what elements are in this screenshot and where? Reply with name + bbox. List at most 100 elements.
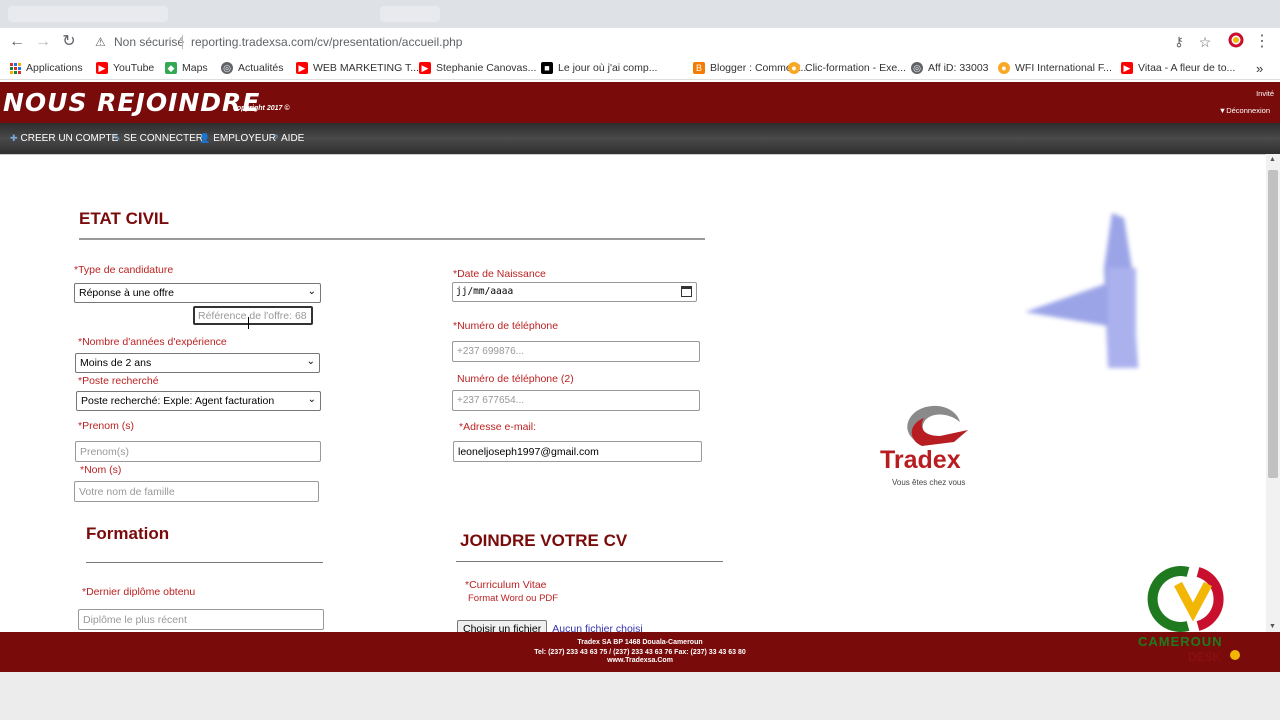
- calendar-icon[interactable]: [681, 286, 692, 297]
- bookmark-actualites[interactable]: ◎ Actualités: [221, 60, 284, 76]
- cv-heading: JOINDRE VOTRE CV: [460, 531, 628, 550]
- chevron-down-icon: ⌄: [307, 286, 316, 297]
- more-bookmarks-icon[interactable]: »: [1256, 60, 1263, 76]
- film-icon: ■: [541, 62, 553, 74]
- apps-grid-icon: [10, 62, 21, 74]
- prenom-input[interactable]: Prenom(s): [75, 441, 321, 462]
- nav-label: SE CONNECTER: [123, 133, 203, 144]
- lightbulb-icon: ●: [998, 62, 1010, 74]
- url-text[interactable]: reporting.tradexsa.com/cv/presentation/a…: [191, 35, 462, 49]
- section-divider: [79, 238, 705, 240]
- offer-reference-input[interactable]: Référence de l'offre: 68: [193, 306, 313, 325]
- bookmark-label: Maps: [182, 62, 208, 74]
- menu-icon[interactable]: ⋮: [1252, 32, 1272, 52]
- bookmark-label: Clic-formation - Exe...: [805, 62, 906, 74]
- flag-decoration-image: [1020, 208, 1150, 373]
- tradex-logo: Tradex Vous êtes chez vous: [878, 402, 988, 492]
- browser-tab[interactable]: [380, 6, 440, 22]
- logout-link[interactable]: ▼Déconnexion: [1219, 106, 1270, 115]
- nav-label: AIDE: [281, 133, 305, 144]
- site-footer: Tradex SA BP 1468 Douala-Cameroun Tel: (…: [0, 632, 1280, 672]
- plus-icon: ✚: [10, 133, 18, 143]
- clic-icon: ●: [788, 62, 800, 74]
- experience-label: *Nombre d'années d'expérience: [78, 336, 227, 348]
- cv-label: *Curriculum Vitae: [465, 579, 547, 591]
- dob-input[interactable]: jj/mm/aaaa: [452, 282, 697, 302]
- poste-select[interactable]: Poste recherché: Exple: Agent facturatio…: [76, 391, 321, 411]
- scrollbar-thumb[interactable]: [1268, 170, 1278, 478]
- footer-website: www.Tradexsa.Com: [607, 657, 673, 664]
- phone2-input[interactable]: +237 677654...: [452, 390, 700, 411]
- bookmark-label: Aff iD: 33003: [928, 62, 989, 74]
- poste-label: *Poste recherché: [78, 375, 159, 387]
- select-value: Poste recherché: Exple: Agent facturatio…: [81, 395, 275, 407]
- watermark-text-2: DESK: [1188, 650, 1222, 664]
- back-icon[interactable]: ←: [7, 32, 27, 52]
- nom-input[interactable]: Votre nom de famille: [74, 481, 319, 502]
- experience-select[interactable]: Moins de 2 ans ⌄: [75, 353, 320, 373]
- bookmark-web-marketing[interactable]: ▶ WEB MARKETING T...: [296, 60, 419, 76]
- taskbar-blur: [0, 672, 1280, 720]
- user-icon: 👤: [199, 133, 211, 143]
- nav-employer[interactable]: 👤 EMPLOYEUR: [199, 133, 276, 144]
- bookmark-label: Stephanie Canovas...: [436, 62, 537, 74]
- tradex-tagline: Vous êtes chez vous: [892, 478, 966, 487]
- phone2-label: Numéro de téléphone (2): [457, 373, 574, 385]
- nom-label: *Nom (s): [80, 464, 122, 476]
- cameroun-desk-watermark: CAMEROUN DESK: [1138, 564, 1248, 672]
- browser-tab-strip: [0, 0, 1280, 28]
- bookmark-label: Le jour où j'ai comp...: [558, 62, 658, 74]
- scroll-up-icon[interactable]: ▲: [1269, 156, 1276, 163]
- formation-heading: Formation: [86, 524, 170, 543]
- footer-address: Tradex SA BP 1468 Douala-Cameroun: [577, 639, 703, 646]
- reload-icon[interactable]: ↻: [59, 32, 79, 52]
- bookmark-label: Applications: [26, 62, 83, 74]
- tradex-swirl-icon: [907, 405, 968, 446]
- main-nav: ✚ CREER UN COMPTE ✎ SE CONNECTER 👤 EMPLOYEU…: [0, 123, 1280, 154]
- site-title: NOUS REJOINDRE: [3, 88, 261, 117]
- section-divider: [456, 561, 723, 562]
- extension-icon[interactable]: [1226, 32, 1246, 52]
- bookmark-aff-id[interactable]: ◎ Aff iD: 33003: [911, 60, 989, 76]
- nav-create-account[interactable]: ✚ CREER UN COMPTE: [10, 133, 118, 144]
- prenom-label: *Prenom (s): [78, 420, 135, 432]
- phone-label: *Numéro de téléphone: [453, 320, 559, 332]
- chevron-down-icon: ⌄: [307, 394, 316, 405]
- star-icon[interactable]: ☆: [1195, 32, 1215, 52]
- diplome-input[interactable]: Diplôme le plus récent: [78, 609, 324, 630]
- etat-civil-heading: ETAT CIVIL: [79, 209, 170, 228]
- site-header: NOUS REJOINDRE copyright 2017 © Invité ▼…: [0, 82, 1280, 123]
- bookmark-maps[interactable]: ◆ Maps: [165, 60, 208, 76]
- bookmark-stephanie[interactable]: ▶ Stephanie Canovas...: [419, 60, 536, 76]
- email-input[interactable]: leoneljoseph1997@gmail.com: [453, 441, 702, 462]
- dob-value: jj/mm/aaaa: [456, 286, 514, 297]
- scroll-down-icon[interactable]: ▼: [1269, 623, 1276, 630]
- type-candidature-select[interactable]: Réponse à une offre ⌄: [74, 283, 321, 303]
- youtube-icon: ▶: [419, 62, 431, 74]
- nav-label: CREER UN COMPTE: [20, 133, 119, 144]
- bookmark-applications[interactable]: Applications: [10, 60, 83, 76]
- select-value: Réponse à une offre: [79, 287, 174, 299]
- bookmark-youtube[interactable]: ▶ YouTube: [96, 60, 154, 76]
- type-candidature-label: *Type de candidature: [74, 264, 174, 276]
- hand-cursor-icon: [1230, 650, 1240, 660]
- globe-icon: ◎: [221, 62, 233, 74]
- phone-input[interactable]: +237 699876...: [452, 341, 700, 362]
- bookmark-clic-formation[interactable]: ● Clic-formation - Exe...: [788, 60, 906, 76]
- help-icon: ?: [273, 133, 279, 143]
- select-value: Moins de 2 ans: [80, 357, 152, 369]
- key-icon[interactable]: ⚷: [1169, 32, 1189, 52]
- cv-format-hint: Format Word ou PDF: [468, 593, 559, 604]
- bookmark-vitaa[interactable]: ▶ Vitaa - A fleur de to...: [1121, 60, 1235, 76]
- bookmark-wfi[interactable]: ● WFI International F...: [998, 60, 1112, 76]
- browser-tab[interactable]: [8, 6, 168, 22]
- text-cursor-icon: [248, 317, 251, 329]
- nav-login[interactable]: ✎ SE CONNECTER: [113, 133, 203, 144]
- email-label: *Adresse e-mail:: [459, 421, 537, 433]
- blogger-icon: B: [693, 62, 705, 74]
- cd-logo-icon: [1147, 566, 1224, 632]
- bookmarks-bar: Applications ▶ YouTube ◆ Maps ◎ Actualités …: [0, 56, 1280, 80]
- forward-icon[interactable]: →: [33, 32, 53, 52]
- bookmark-le-jour[interactable]: ■ Le jour où j'ai comp...: [541, 60, 657, 76]
- nav-help[interactable]: ? AIDE: [273, 133, 304, 144]
